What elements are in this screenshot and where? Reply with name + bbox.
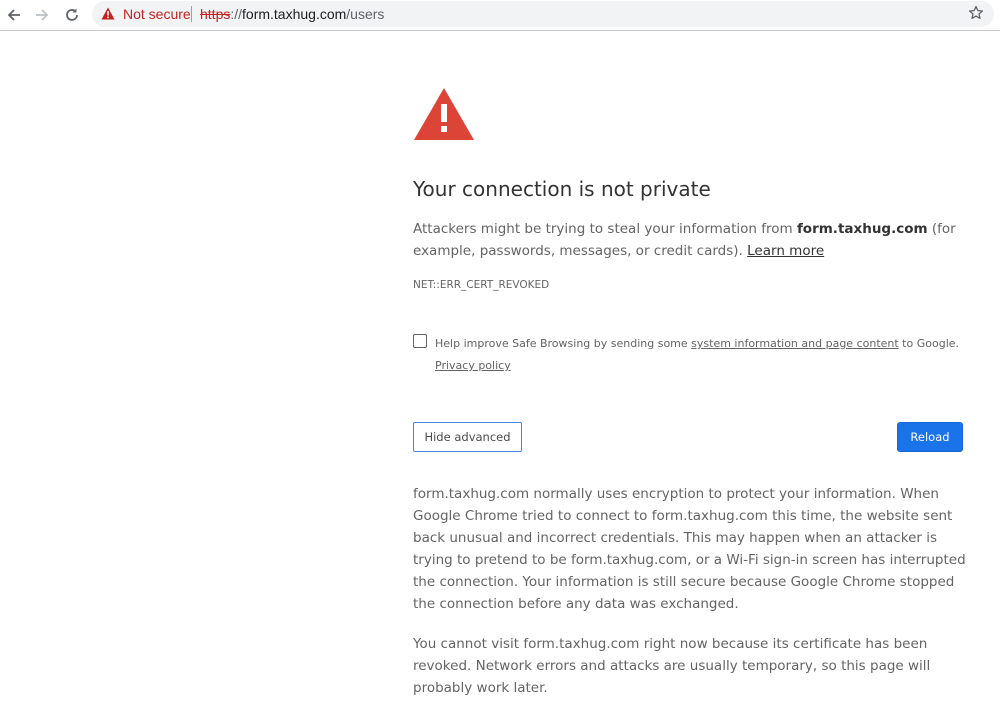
safe-browsing-optin-label: Help improve Safe Browsing by sending so… bbox=[435, 333, 975, 377]
url-host: form.taxhug.com bbox=[242, 6, 347, 22]
reload-page-button[interactable] bbox=[60, 3, 84, 27]
desc-host: form.taxhug.com bbox=[796, 221, 928, 237]
url-separator: :// bbox=[230, 6, 243, 22]
hide-advanced-button[interactable]: Hide advanced bbox=[413, 422, 522, 452]
system-info-link[interactable]: system information and page content bbox=[691, 337, 899, 350]
address-bar[interactable]: Not secure https://form.taxhug.com/users bbox=[92, 1, 994, 27]
url-path: /users bbox=[346, 6, 385, 22]
reload-button[interactable]: Reload bbox=[897, 422, 963, 452]
page-title: Your connection is not private bbox=[413, 177, 711, 201]
advanced-details: form.taxhug.com normally uses encryption… bbox=[413, 483, 973, 717]
forward-arrow-icon bbox=[36, 9, 49, 21]
back-arrow-icon bbox=[7, 9, 20, 21]
reload-icon bbox=[66, 8, 78, 21]
desc-text-start: Attackers might be trying to steal your … bbox=[413, 221, 797, 237]
main-message: Attackers might be trying to steal your … bbox=[413, 218, 973, 262]
privacy-policy-link[interactable]: Privacy policy bbox=[435, 359, 511, 372]
url-scheme: https bbox=[200, 6, 231, 22]
omnibox-divider bbox=[191, 6, 192, 22]
details-paragraph-2: You cannot visit form.taxhug.com right n… bbox=[413, 636, 931, 696]
star-icon[interactable] bbox=[968, 5, 984, 24]
optin-text-start: Help improve Safe Browsing by sending so… bbox=[435, 337, 692, 350]
security-status-label[interactable]: Not secure bbox=[123, 6, 191, 22]
browser-toolbar: Not secure https://form.taxhug.com/users bbox=[0, 0, 1000, 31]
red-warning-triangle-icon bbox=[413, 87, 475, 145]
forward-button[interactable] bbox=[30, 3, 54, 27]
back-button[interactable] bbox=[2, 3, 26, 27]
error-code: NET::ERR_CERT_REVOKED bbox=[413, 279, 550, 291]
safe-browsing-checkbox[interactable] bbox=[413, 334, 427, 348]
warning-triangle-icon[interactable] bbox=[101, 7, 115, 23]
url-text[interactable]: https://form.taxhug.com/users bbox=[200, 6, 384, 22]
optin-text-end: to Google. bbox=[898, 337, 960, 350]
learn-more-link[interactable]: Learn more bbox=[747, 243, 824, 259]
details-paragraph-1: form.taxhug.com normally uses encryption… bbox=[413, 486, 966, 612]
